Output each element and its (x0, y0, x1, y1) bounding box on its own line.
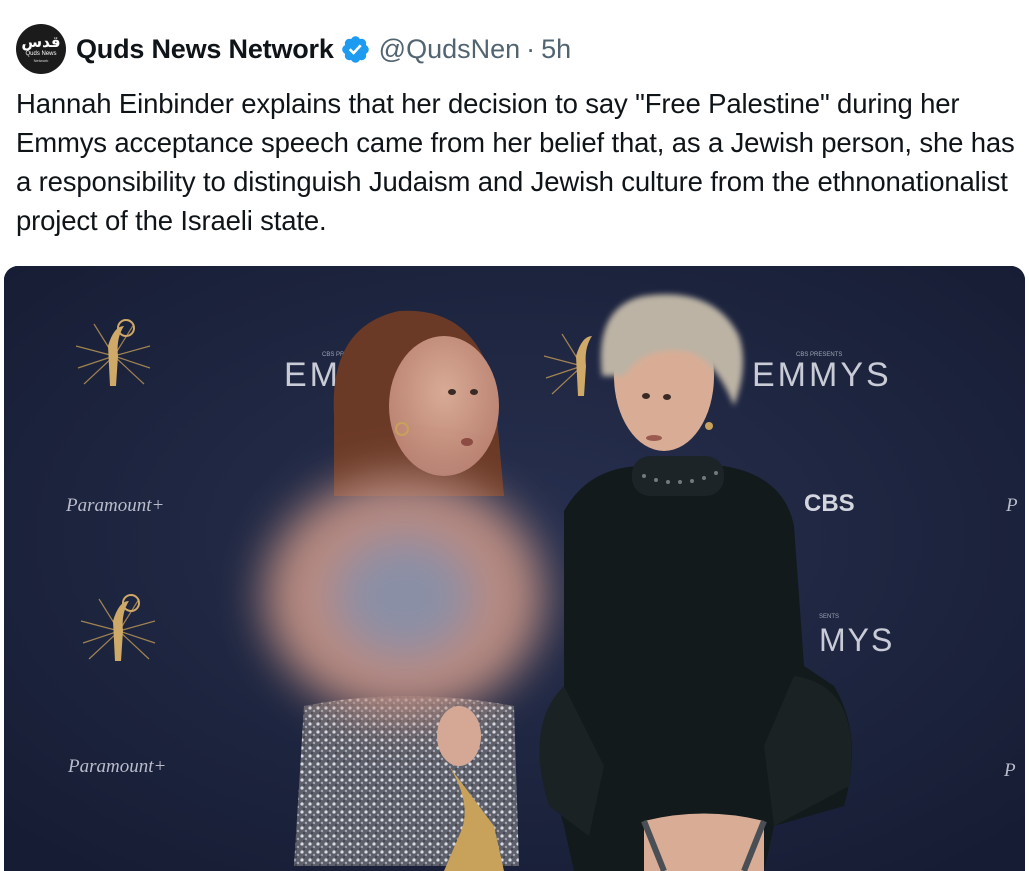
separator-dot: · (526, 33, 536, 64)
backdrop-cbs: CBS (804, 490, 855, 517)
backdrop-edge-2: P (1003, 760, 1016, 781)
backdrop-edge-1: P (1005, 495, 1018, 516)
avatar-arabic-logo: قدس (21, 33, 61, 51)
tweet-text: Hannah Einbinder explains that her decis… (16, 88, 1015, 236)
author-name[interactable]: Quds News Network (76, 34, 334, 65)
avatar-logo-line1: Quds News (25, 51, 57, 57)
tweet-header: قدس Quds News Network Quds News Network … (16, 24, 1016, 74)
tweet-media[interactable]: EMM EMMYS CBS PRESENTS CBS PRESENTS CBS … (4, 266, 1025, 871)
verified-badge-icon (341, 35, 369, 63)
backdrop-emmy-lower: MYS (819, 622, 894, 658)
backdrop-paramount-1: Paramount+ (65, 495, 164, 516)
backdrop-paramount-2: Paramount+ (67, 756, 166, 777)
author-handle[interactable]: @QudsNen (379, 34, 520, 65)
backdrop-emmy-right: EMMYS (752, 356, 892, 394)
media-image: EMM EMMYS CBS PRESENTS CBS PRESENTS CBS … (4, 266, 1025, 871)
backdrop-sents: SENTS (819, 614, 839, 620)
post-time[interactable]: 5h (541, 34, 571, 65)
avatar-logo-line2: Network (33, 58, 49, 63)
author-avatar[interactable]: قدس Quds News Network (16, 24, 66, 74)
backdrop-cbs-presents-2: CBS PRESENTS (796, 352, 842, 358)
